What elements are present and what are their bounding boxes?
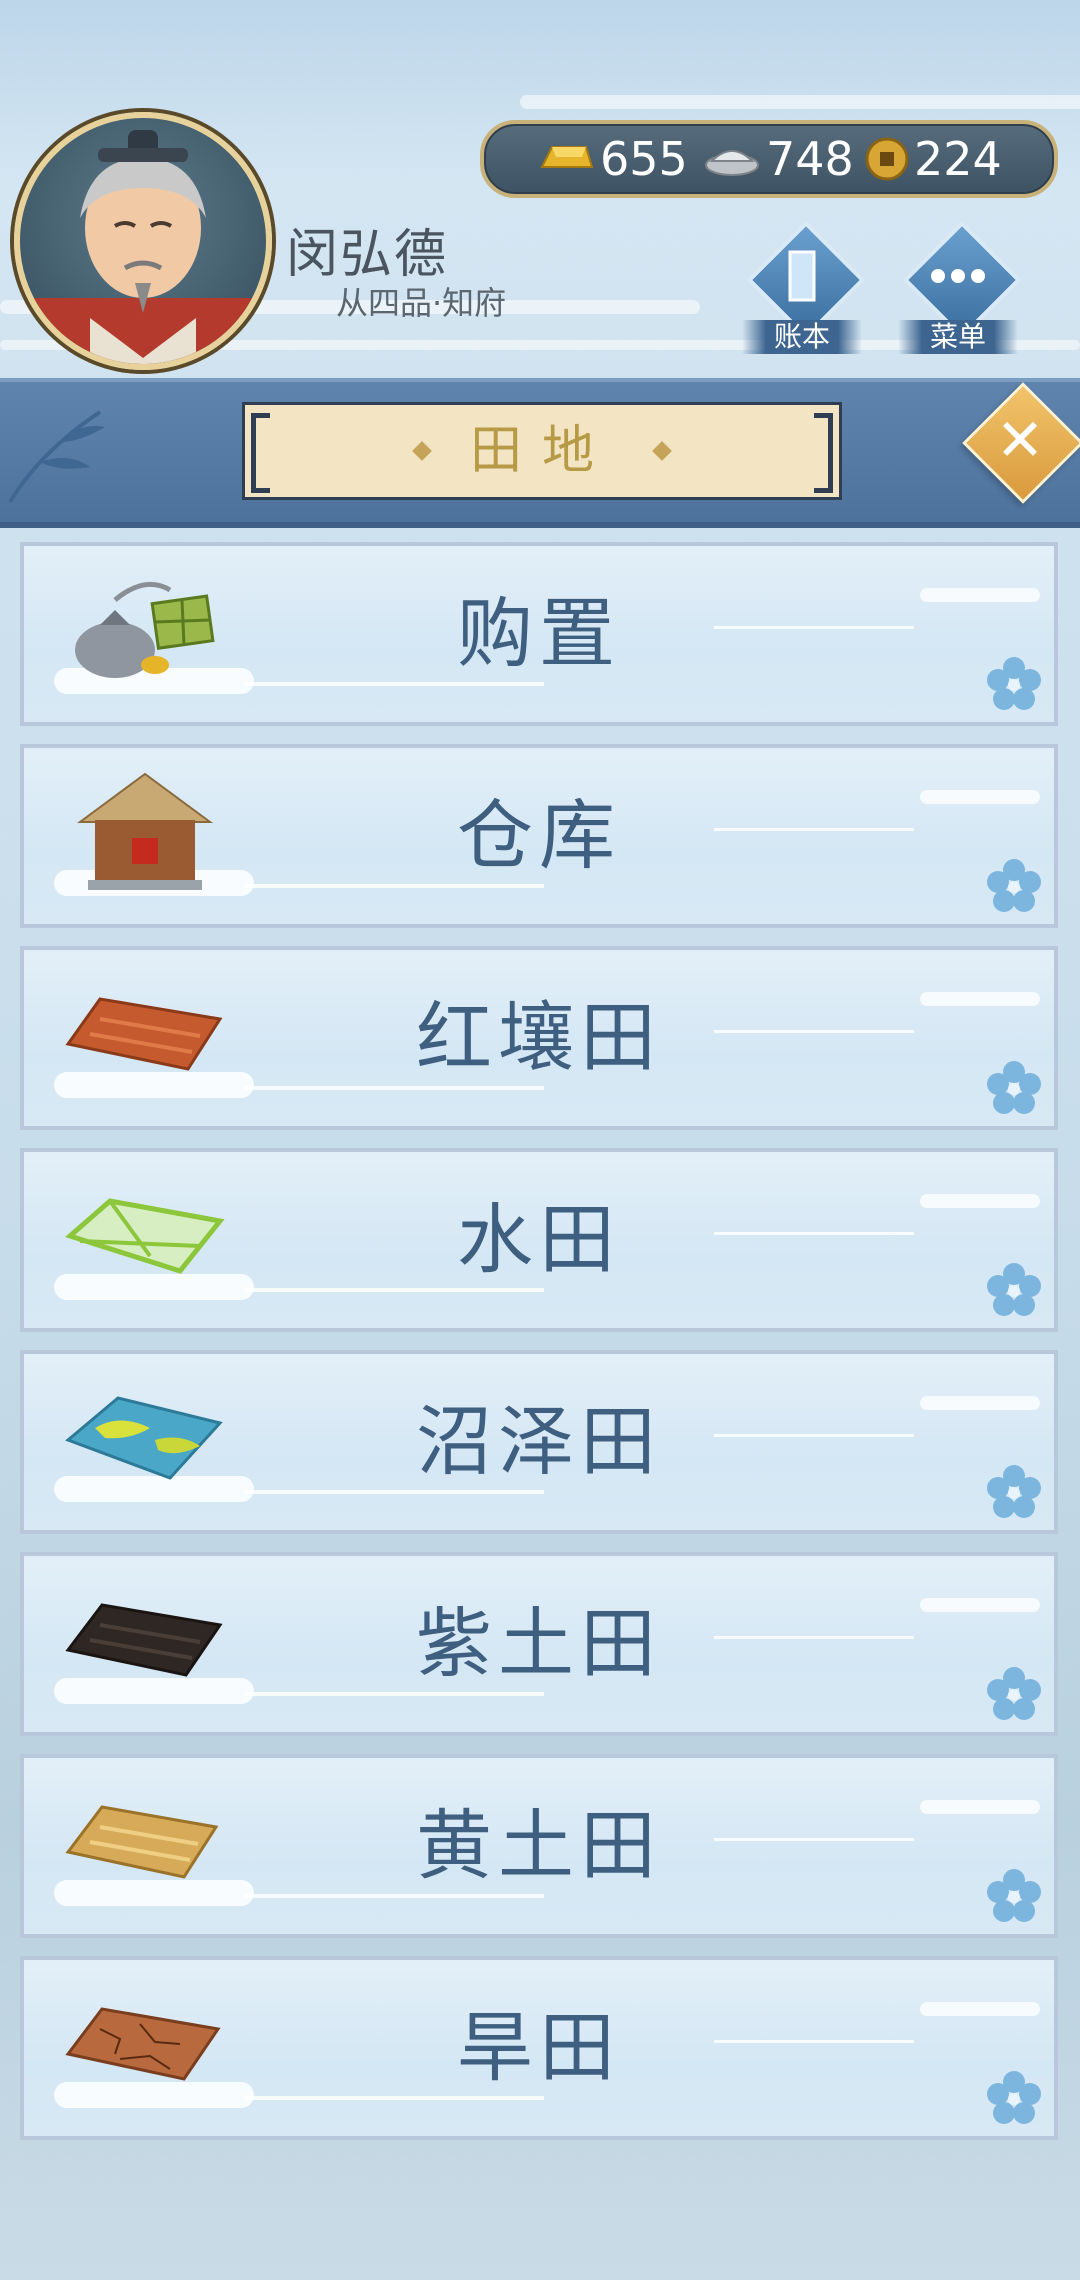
copper-coin-icon — [865, 137, 909, 181]
copper-currency: 224 — [864, 130, 1002, 188]
list-item-label: 黄土田 — [416, 1801, 662, 1890]
list-item-label: 紫土田 — [416, 1599, 662, 1688]
silver-value: 748 — [766, 132, 854, 186]
list-item-dry-field[interactable]: 旱田 — [20, 1956, 1058, 2140]
top-header: 闵弘德 从四品·知府 655 748 224 账本 菜单 — [0, 0, 1080, 375]
plum-flower-icon — [987, 1263, 1041, 1316]
plum-flower-icon — [987, 1061, 1041, 1114]
list-item-label: 水田 — [457, 1195, 621, 1284]
plum-flower-icon — [987, 2071, 1041, 2124]
list-item-purchase[interactable]: 购置 — [20, 542, 1058, 726]
player-rank: 从四品·知府 — [336, 284, 507, 322]
more-dots-icon — [931, 269, 985, 283]
list-item-paddy-field[interactable]: 水田 — [20, 1148, 1058, 1332]
menu-button[interactable]: 菜单 — [898, 220, 1022, 358]
copper-value: 224 — [914, 132, 1002, 186]
close-icon[interactable]: ✕ — [980, 400, 1060, 480]
gold-ingot-icon — [540, 146, 594, 168]
silver-currency: 748 — [702, 130, 854, 188]
ledger-label: 账本 — [742, 320, 862, 354]
ledger-button[interactable]: 账本 — [742, 220, 866, 358]
silver-ingot-icon — [705, 150, 759, 176]
plum-flower-icon — [987, 657, 1041, 710]
gold-value: 655 — [600, 132, 688, 186]
panel-title-plate: 田地 — [242, 402, 842, 500]
list-item-marsh-field[interactable]: 沼泽田 — [20, 1350, 1058, 1534]
bamboo-leaf-icon — [8, 410, 105, 504]
plum-flower-icon — [987, 1869, 1041, 1922]
plum-flower-icon — [987, 1667, 1041, 1720]
menu-label: 菜单 — [898, 320, 1018, 354]
list-item-label: 仓库 — [457, 791, 621, 880]
ledger-book-icon — [788, 250, 816, 302]
list-item-label: 购置 — [457, 589, 621, 678]
list-item-warehouse[interactable]: 仓库 — [20, 744, 1058, 928]
list-item-red-soil-field[interactable]: 红壤田 — [20, 946, 1058, 1130]
gold-currency: 655 — [536, 130, 688, 188]
list-item-yellow-soil-field[interactable]: 黄土田 — [20, 1754, 1058, 1938]
list-item-purple-soil-field[interactable]: 紫土田 — [20, 1552, 1058, 1736]
list-item-label: 红壤田 — [416, 993, 662, 1082]
avatar[interactable] — [14, 112, 272, 370]
player-name: 闵弘德 — [286, 225, 449, 285]
panel-title: 田地 — [469, 421, 614, 481]
currency-bar: 655 748 224 — [480, 120, 1058, 198]
cloud-decoration — [520, 95, 1080, 109]
list-item-label: 旱田 — [457, 2003, 621, 2092]
plum-flower-icon — [987, 859, 1041, 912]
list-item-label: 沼泽田 — [416, 1397, 662, 1486]
plum-flower-icon — [987, 1465, 1041, 1518]
